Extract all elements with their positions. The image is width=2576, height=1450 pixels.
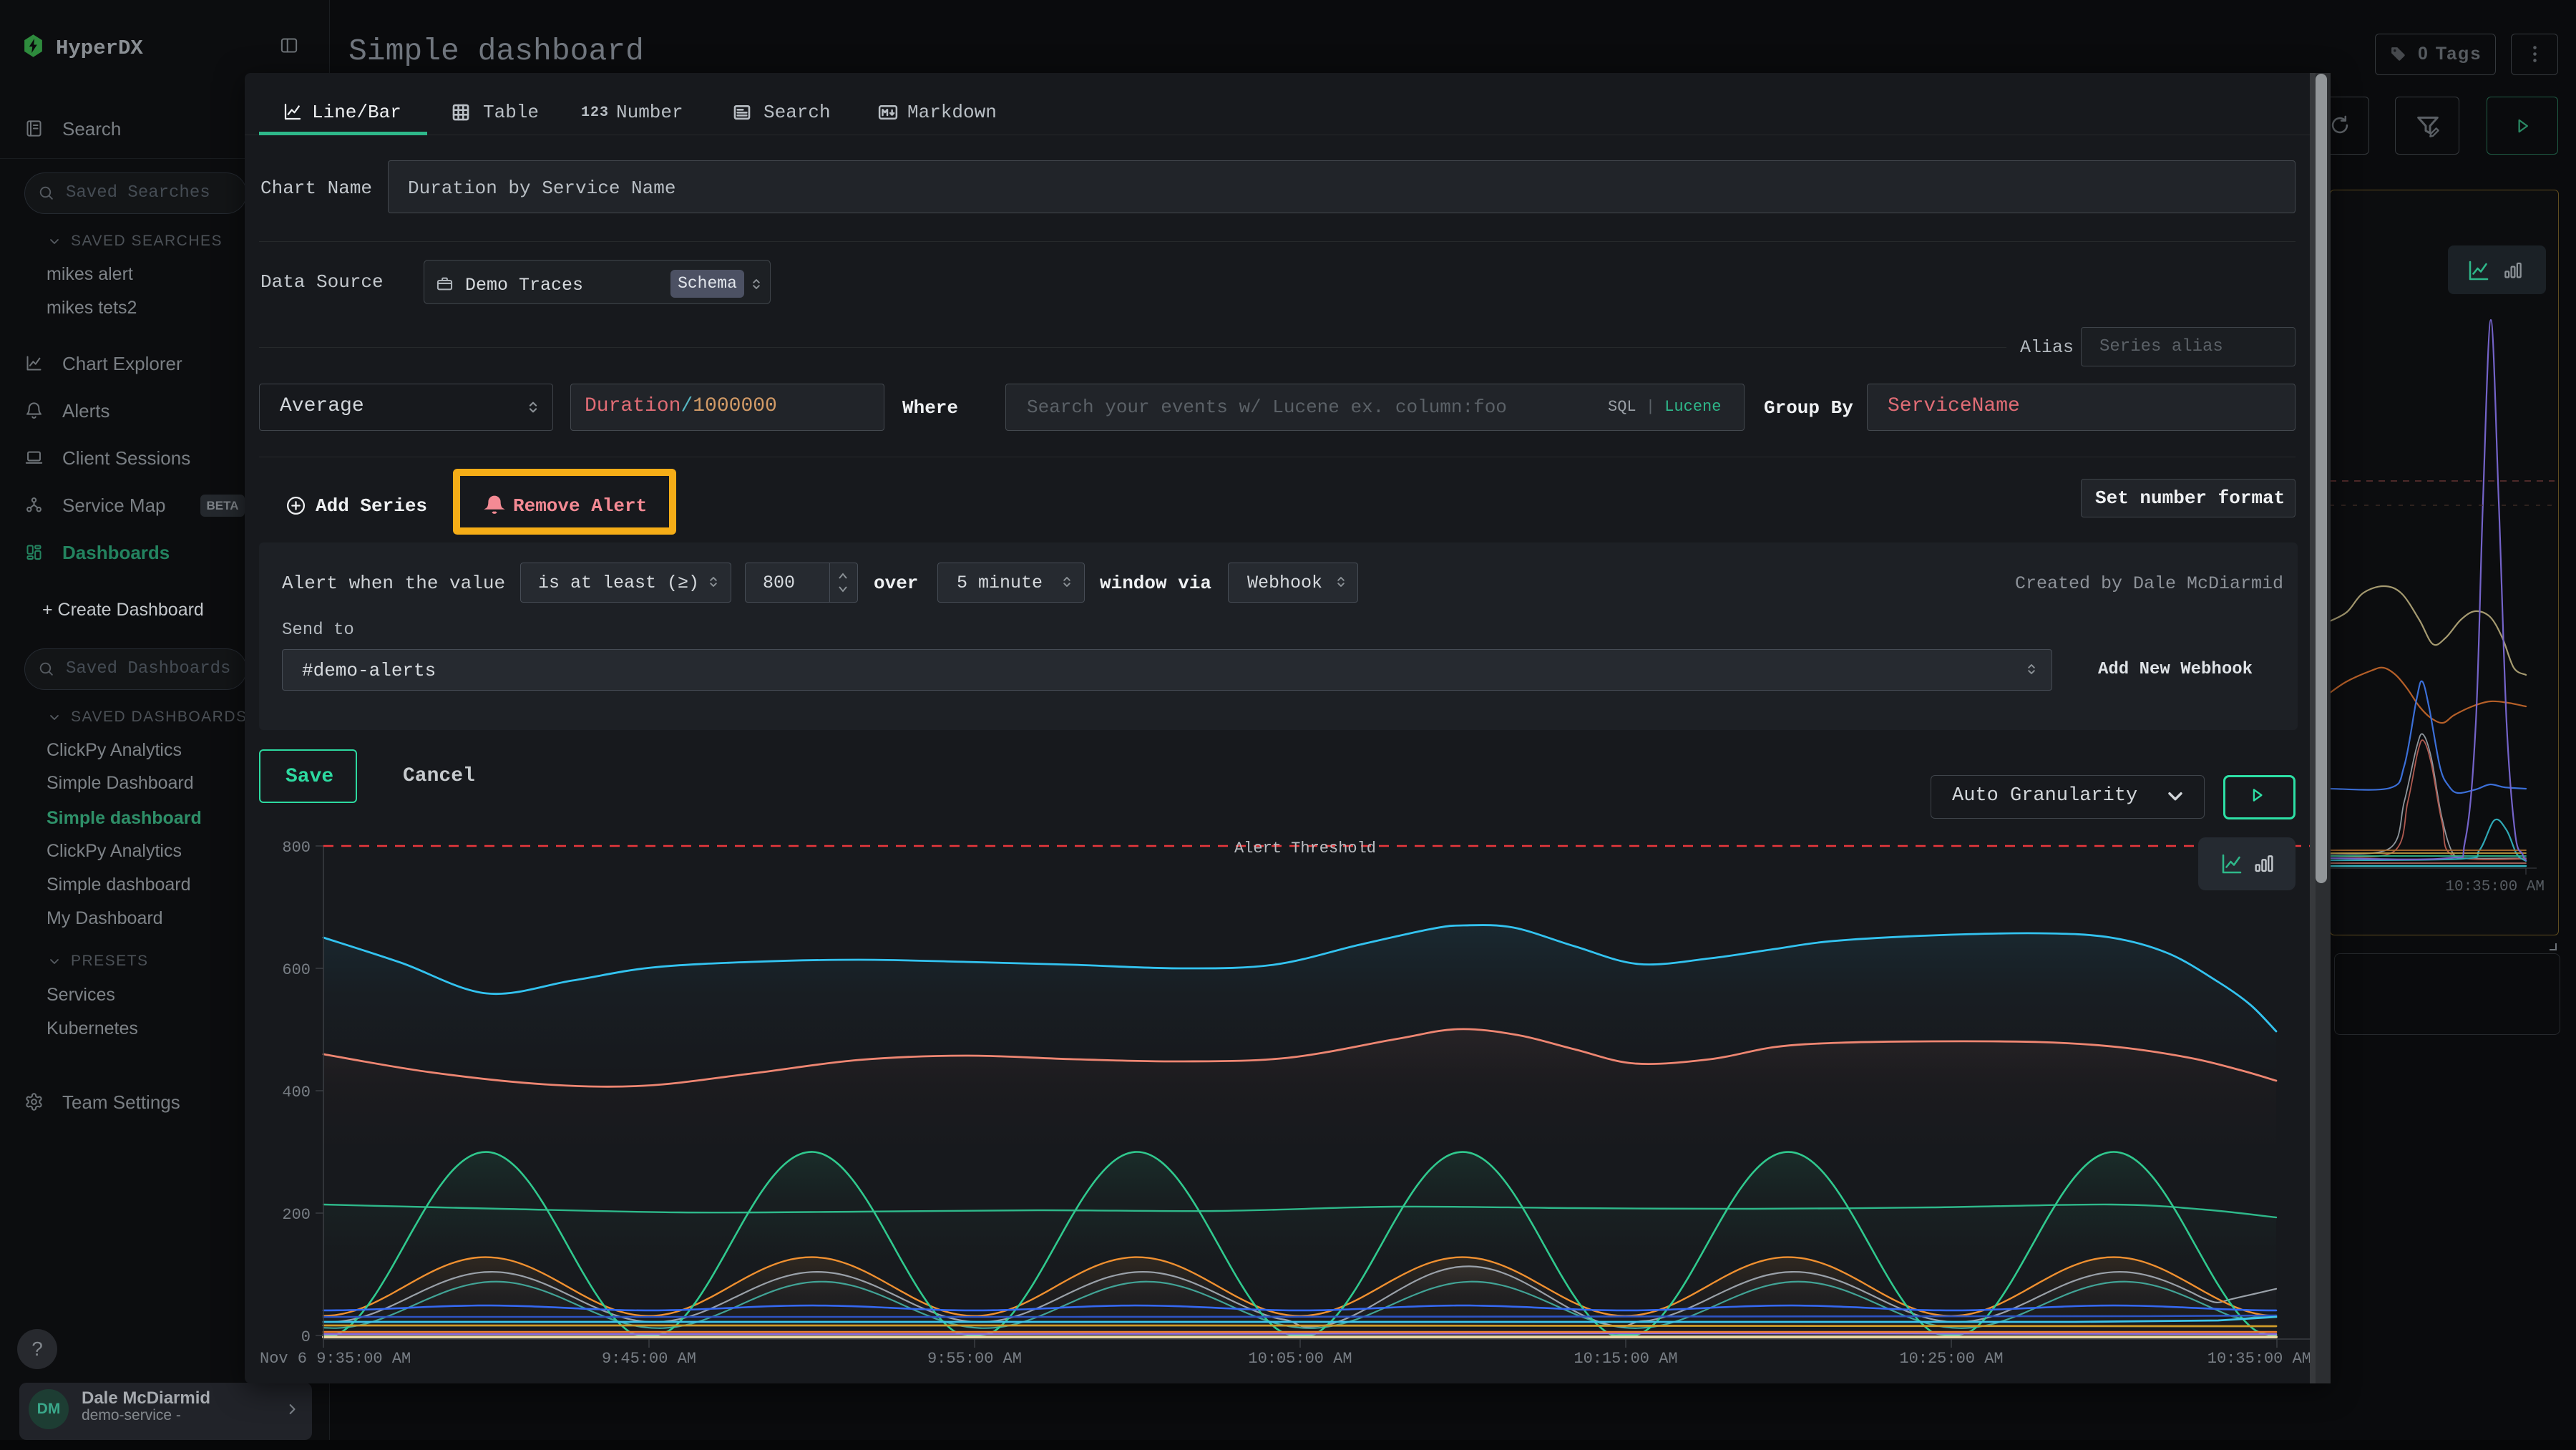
svg-text:Alert Threshold: Alert Threshold [1234, 840, 1376, 857]
svg-text:9:45:00 AM: 9:45:00 AM [602, 1350, 696, 1368]
svg-text:10:25:00 AM: 10:25:00 AM [1899, 1350, 2003, 1368]
svg-text:Nov 6 9:35:00 AM: Nov 6 9:35:00 AM [260, 1350, 411, 1368]
svg-text:10:35:00 AM: 10:35:00 AM [2207, 1350, 2311, 1368]
svg-text:10:05:00 AM: 10:05:00 AM [1248, 1350, 1352, 1368]
svg-text:200: 200 [282, 1206, 311, 1224]
svg-text:600: 600 [282, 961, 311, 979]
svg-text:10:15:00 AM: 10:15:00 AM [1574, 1350, 1677, 1368]
svg-text:800: 800 [282, 839, 311, 857]
svg-text:400: 400 [282, 1084, 311, 1101]
svg-text:9:55:00 AM: 9:55:00 AM [927, 1350, 1022, 1368]
svg-text:0: 0 [301, 1328, 311, 1346]
